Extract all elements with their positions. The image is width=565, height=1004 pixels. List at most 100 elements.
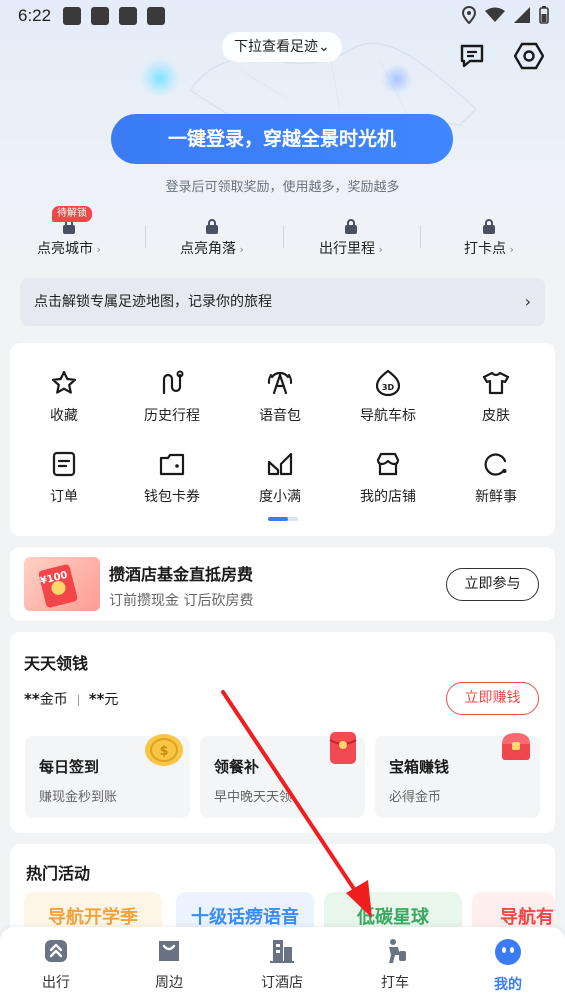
tool-skin[interactable]: 皮肤 bbox=[442, 369, 550, 425]
du-xiaoman-icon bbox=[267, 452, 293, 476]
tool-orders[interactable]: 订单 bbox=[10, 450, 118, 506]
tool-du-xiaoman[interactable]: 度小满 bbox=[226, 450, 334, 506]
tool-label: 订单 bbox=[50, 489, 78, 505]
shop-icon bbox=[376, 452, 400, 476]
3d-car-icon: 3D bbox=[375, 369, 401, 397]
task-subtitle: 赚现金秒到账 bbox=[39, 790, 118, 805]
hotel-fund-promo-card[interactable]: ¥100 攒酒店基金直抵房费 订前攒现金 订后砍房费 立即参与 bbox=[10, 547, 555, 621]
hotel-icon bbox=[270, 940, 294, 963]
earn-balance: **金币 **元 bbox=[24, 689, 118, 709]
tool-label: 新鲜事 bbox=[475, 489, 517, 505]
tab-me[interactable]: 我的 bbox=[458, 937, 558, 994]
tool-nav-car-icon[interactable]: 3D 导航车标 bbox=[334, 369, 442, 425]
task-treasure-chest[interactable]: 宝箱赚钱 必得金币 bbox=[375, 733, 540, 818]
location-icon bbox=[462, 6, 476, 24]
promo-title: 攒酒店基金直抵房费 bbox=[109, 565, 254, 584]
tool-label: 历史行程 bbox=[144, 408, 200, 424]
chevron-right-icon: › bbox=[375, 243, 383, 256]
stat-travel-mileage[interactable]: 出行里程 › bbox=[282, 212, 420, 258]
treasure-chest-icon bbox=[502, 733, 530, 760]
task-title: 宝箱赚钱 bbox=[389, 758, 450, 776]
chevron-right-icon: › bbox=[506, 243, 514, 256]
settings-hexagon-icon bbox=[514, 42, 544, 70]
tools-grid-card: 收藏 历史行程 语音包 3D 导航车标 皮肤 订单 钱包卡券 度小满 我的店铺 … bbox=[10, 343, 555, 536]
map-glow-dot bbox=[140, 58, 180, 98]
page-indicator bbox=[268, 517, 298, 521]
event-label: 十级话痨语音 bbox=[191, 907, 299, 928]
message-button[interactable] bbox=[456, 40, 488, 72]
event-label: 导航开学季 bbox=[48, 907, 138, 928]
tab-label: 订酒店 bbox=[261, 975, 303, 991]
tab-nearby[interactable]: 周边 bbox=[119, 937, 219, 992]
tool-label: 度小满 bbox=[259, 489, 301, 505]
stat-checkin-points[interactable]: 打卡点 › bbox=[420, 212, 558, 258]
lock-icon bbox=[206, 219, 218, 234]
app-notification-icon bbox=[91, 7, 110, 25]
chevron-right-icon: › bbox=[524, 292, 531, 311]
news-icon bbox=[484, 453, 507, 476]
settings-button[interactable] bbox=[513, 40, 545, 72]
message-icon bbox=[460, 44, 484, 68]
order-icon bbox=[52, 451, 76, 477]
tab-label: 我的 bbox=[494, 977, 522, 993]
map-glow-dot bbox=[382, 64, 412, 94]
section-title: 天天领钱 bbox=[24, 654, 89, 673]
status-bar: 6:22 bbox=[0, 0, 565, 32]
tab-book-hotel[interactable]: 订酒店 bbox=[232, 937, 332, 992]
coins-value: ** bbox=[24, 690, 40, 708]
star-icon bbox=[51, 370, 77, 394]
divider bbox=[77, 694, 79, 706]
stat-label: 点亮城市 bbox=[37, 241, 94, 257]
pull-down-footprint-hint[interactable]: 下拉查看足迹⌄ bbox=[222, 32, 342, 62]
stat-label: 打卡点 bbox=[464, 241, 507, 257]
to-unlock-badge: 待解锁 bbox=[52, 206, 92, 222]
task-title: 每日签到 bbox=[39, 758, 100, 776]
tool-wallet-coupons[interactable]: 钱包卡券 bbox=[118, 450, 226, 506]
promo-subtitle: 订前攒现金 订后砍房费 bbox=[109, 593, 254, 609]
map-notification-icon bbox=[147, 7, 166, 25]
tool-label: 收藏 bbox=[50, 408, 78, 424]
route-icon bbox=[162, 370, 184, 395]
wifi-icon bbox=[485, 7, 505, 22]
tool-label: 钱包卡券 bbox=[144, 489, 200, 505]
profile-icon bbox=[495, 939, 521, 965]
banner-text: 点击解锁专属足迹地图，记录你的旅程 bbox=[34, 294, 272, 310]
tool-trip-history[interactable]: 历史行程 bbox=[118, 369, 226, 425]
task-daily-checkin[interactable]: 每日签到 赚现金秒到账 $ bbox=[25, 734, 190, 818]
tab-travel[interactable]: 出行 bbox=[6, 937, 106, 992]
tool-whats-new[interactable]: 新鲜事 bbox=[442, 450, 550, 506]
svg-text:$: $ bbox=[159, 744, 168, 759]
unlock-footprint-map-banner[interactable]: 点击解锁专属足迹地图，记录你的旅程 › bbox=[20, 278, 545, 326]
stat-lit-corners[interactable]: 点亮角落 › bbox=[143, 212, 281, 258]
stat-label: 出行里程 bbox=[319, 241, 376, 257]
tool-label: 导航车标 bbox=[360, 408, 416, 424]
status-time: 6:22 bbox=[18, 6, 52, 25]
signal-icon bbox=[514, 7, 530, 23]
task-subtitle: 早中晚天天领 bbox=[214, 790, 293, 805]
cash-unit: 元 bbox=[104, 692, 119, 708]
event-label: 导航有 bbox=[500, 907, 554, 928]
shirt-icon bbox=[482, 371, 510, 395]
gallery-notification-icon bbox=[63, 7, 82, 25]
red-envelope-icon bbox=[329, 732, 357, 764]
tool-label: 皮肤 bbox=[482, 408, 510, 424]
lock-icon bbox=[483, 219, 495, 234]
task-meal-subsidy[interactable]: 领餐补 早中晚天天领 bbox=[200, 732, 365, 818]
travel-icon bbox=[45, 940, 67, 962]
login-reward-hint: 登录后可领取奖励，使用越多，奖励越多 bbox=[165, 180, 400, 195]
tab-taxi[interactable]: 打车 bbox=[345, 937, 445, 992]
lock-icon bbox=[345, 219, 357, 234]
bottom-tab-bar: 出行 周边 订酒店 打车 我的 bbox=[0, 927, 565, 1004]
tool-voice-pack[interactable]: 语音包 bbox=[226, 369, 334, 425]
taxi-icon bbox=[389, 939, 406, 963]
earn-now-button[interactable]: 立即赚钱 bbox=[446, 682, 539, 715]
tool-favorites[interactable]: 收藏 bbox=[10, 369, 118, 425]
daily-earn-card: 天天领钱 **金币 **元 立即赚钱 每日签到 赚现金秒到账 $ 领餐补 早中晚天… bbox=[10, 632, 555, 833]
task-title: 领餐补 bbox=[214, 758, 260, 776]
tab-label: 出行 bbox=[42, 975, 70, 991]
one-click-login-button[interactable]: 一键登录，穿越全景时光机 bbox=[111, 114, 453, 164]
tool-my-shop[interactable]: 我的店铺 bbox=[334, 450, 442, 506]
join-now-button[interactable]: 立即参与 bbox=[446, 568, 539, 601]
event-label: 低碳星球 bbox=[357, 907, 429, 928]
tool-label: 语音包 bbox=[259, 408, 301, 424]
